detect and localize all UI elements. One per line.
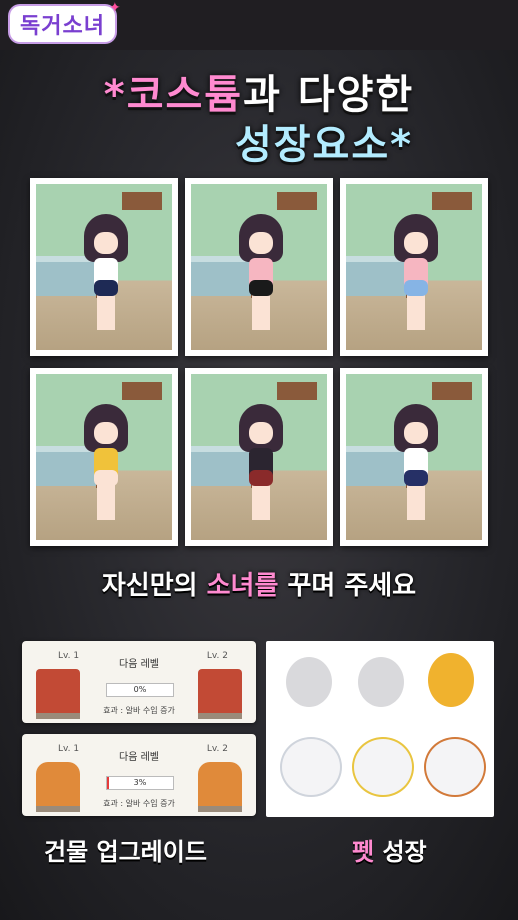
shelf: [432, 192, 472, 210]
progress-percent: 3%: [133, 778, 147, 787]
outfit-bottom: [249, 280, 273, 296]
caption-pre: 자신만의: [101, 571, 207, 601]
face: [94, 422, 118, 444]
room-scene: [346, 184, 482, 350]
cat-pet-icon: [286, 657, 332, 707]
progress-bar: 0%: [106, 683, 174, 697]
dog-pet-icon: [352, 737, 414, 797]
progress-percent: 0%: [133, 685, 147, 694]
pet-growth-label: 펫 성장: [352, 832, 427, 867]
room-scene: [191, 374, 327, 540]
face: [404, 422, 428, 444]
costume-card: [340, 368, 488, 546]
pets-panel: [266, 641, 494, 817]
costume-card: [340, 178, 488, 356]
costume-card: [30, 368, 178, 546]
face: [249, 422, 273, 444]
shelf: [277, 192, 317, 210]
building-upgrade-label: 건물 업그레이드: [44, 838, 207, 866]
legs: [407, 480, 425, 520]
room-scene: [36, 374, 172, 540]
dog-pet-icon: [424, 737, 486, 797]
room-scene: [191, 184, 327, 350]
girl-character: [84, 404, 128, 524]
costume-card: [30, 178, 178, 356]
legs: [252, 290, 270, 330]
gallery-caption: 자신만의 소녀를 꾸며 주세요: [0, 565, 518, 602]
legs: [252, 480, 270, 520]
shelf: [122, 382, 162, 400]
outfit-bottom: [404, 280, 428, 296]
legs: [97, 290, 115, 330]
outfit-bottom: [404, 470, 428, 486]
girl-character: [394, 214, 438, 334]
room-scene: [346, 374, 482, 540]
app-logo: 독거소녀 ✦: [10, 0, 121, 42]
costume-card: [185, 178, 333, 356]
pet-label-rest: 성장: [374, 838, 427, 866]
girl-character: [394, 404, 438, 524]
outfit-bottom: [94, 470, 118, 486]
costume-card: [185, 368, 333, 546]
shelf: [122, 192, 162, 210]
dog-pet-icon: [280, 737, 342, 797]
face: [404, 232, 428, 254]
girl-character: [84, 214, 128, 334]
cat-pet-icon: [358, 657, 404, 707]
logo-text: 독거소녀: [20, 14, 105, 39]
shelf: [432, 382, 472, 400]
girl-character: [239, 214, 283, 334]
legs: [97, 480, 115, 520]
outfit-bottom: [94, 280, 118, 296]
caption-post: 꾸며 주세요: [278, 571, 417, 601]
building-panel-1: Lv. 1 Lv. 2 다음 레벨 0% 효과 : 알바 수입 증가: [22, 641, 256, 723]
top-bar: 독거소녀 ✦: [0, 0, 518, 50]
bee-costume-cat-icon: [428, 653, 474, 707]
effect-text: 효과 : 알바 수입 증가: [103, 706, 175, 715]
face: [249, 232, 273, 254]
outfit-bottom: [249, 470, 273, 486]
legs: [407, 290, 425, 330]
building-panel-2: Lv. 1 Lv. 2 다음 레벨 3% 효과 : 알바 수입 증가: [22, 734, 256, 816]
room-scene: [36, 184, 172, 350]
girl-character: [239, 404, 283, 524]
progress-bar: 3%: [106, 776, 174, 790]
next-level-label: 다음 레벨: [119, 659, 159, 670]
face: [94, 232, 118, 254]
sparkle-icon: ✦: [108, 0, 121, 16]
headline-line-2: 성장요소*: [234, 122, 414, 168]
pet-label-highlight: 펫: [352, 838, 375, 866]
caption-highlight: 소녀를: [206, 571, 279, 601]
next-level-label: 다음 레벨: [119, 752, 159, 763]
shelf: [277, 382, 317, 400]
effect-text: 효과 : 알바 수입 증가: [103, 799, 175, 808]
